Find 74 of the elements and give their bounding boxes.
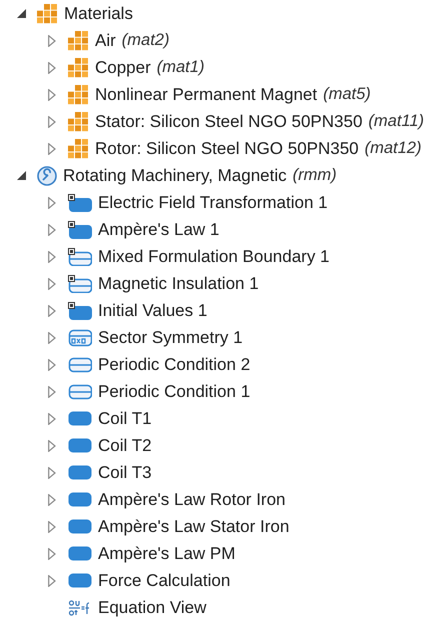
domain-icon <box>68 465 92 480</box>
tree-item-label[interactable]: Initial Values 1 <box>98 300 208 320</box>
domain-icon <box>68 492 92 507</box>
tree-item-label[interactable]: Sector Symmetry 1 <box>98 328 243 348</box>
tree-item-label[interactable]: Rotor: Silicon Steel NGO 50PN350 <box>95 138 359 158</box>
tree-item-tag: (mat11) <box>368 112 424 131</box>
material-grid-icon <box>68 84 89 104</box>
tree-item-label[interactable]: Rotating Machinery, Magnetic <box>63 166 287 186</box>
tree-item-label[interactable]: Materials <box>64 4 133 24</box>
boundary-icon <box>68 356 92 372</box>
rotating-machinery-icon <box>37 166 57 186</box>
tree-item-label[interactable]: Equation View <box>98 598 206 618</box>
tree-item-label[interactable]: Air <box>95 30 116 50</box>
domain-default-icon <box>68 302 92 320</box>
domain-default-icon <box>68 194 92 212</box>
domain-icon <box>68 546 92 561</box>
expand-arrow-icon[interactable] <box>48 34 56 46</box>
expand-arrow-icon[interactable] <box>48 358 56 370</box>
tree-item-label[interactable]: Magnetic Insulation 1 <box>98 274 259 294</box>
expand-arrow-icon[interactable] <box>48 196 56 208</box>
domain-icon <box>68 573 92 588</box>
domain-icon <box>68 411 92 426</box>
boundary-icon <box>68 384 92 400</box>
collapse-arrow-icon[interactable] <box>16 9 26 18</box>
tree-item-label[interactable]: Stator: Silicon Steel NGO 50PN350 <box>95 112 362 132</box>
expand-arrow-icon[interactable] <box>48 278 56 290</box>
expand-arrow-icon[interactable] <box>48 116 56 128</box>
material-grid-icon <box>68 58 89 78</box>
expand-arrow-icon[interactable] <box>48 332 56 344</box>
tree-item-label[interactable]: Ampère's Law 1 <box>98 220 220 240</box>
expand-arrow-icon[interactable] <box>48 520 56 532</box>
tree-item-label[interactable]: Force Calculation <box>98 570 230 590</box>
expand-arrow-icon[interactable] <box>48 142 56 154</box>
boundary-default-icon <box>68 274 92 292</box>
material-grid-icon <box>37 4 58 24</box>
domain-icon <box>68 438 92 453</box>
tree-item-label[interactable]: Ampère's Law Stator Iron <box>98 516 290 536</box>
tree-item-label[interactable]: Nonlinear Permanent Magnet <box>95 84 318 104</box>
expand-arrow-icon[interactable] <box>48 224 56 236</box>
tree-item-tag: (mat1) <box>156 58 204 77</box>
collapse-arrow-icon[interactable] <box>16 171 26 180</box>
expand-arrow-icon[interactable] <box>48 88 56 100</box>
tree-item-tag: (mat5) <box>323 85 371 104</box>
material-grid-icon <box>68 112 89 132</box>
domain-default-icon <box>68 220 92 238</box>
expand-arrow-icon[interactable] <box>48 386 56 398</box>
sector-symmetry-icon <box>68 328 92 346</box>
tree-item-tag: (mat12) <box>364 139 422 158</box>
expand-arrow-icon[interactable] <box>48 494 56 506</box>
tree-item-label[interactable]: Periodic Condition 1 <box>98 382 250 402</box>
expand-arrow-icon[interactable] <box>48 440 56 452</box>
expand-arrow-icon[interactable] <box>48 548 56 560</box>
expand-arrow-icon[interactable] <box>48 412 56 424</box>
tree-item-label[interactable]: Mixed Formulation Boundary 1 <box>98 246 330 266</box>
tree-item-label[interactable]: Coil T2 <box>98 436 152 456</box>
tree-item-tag: (rmm) <box>292 166 337 185</box>
tree-item-label[interactable]: Coil T3 <box>98 462 152 482</box>
expand-arrow-icon[interactable] <box>48 304 56 316</box>
expand-arrow-icon[interactable] <box>48 62 56 74</box>
tree-item-label[interactable]: Periodic Condition 2 <box>98 354 250 374</box>
expand-arrow-icon[interactable] <box>48 574 56 586</box>
tree-item-label[interactable]: Electric Field Transformation 1 <box>98 192 328 212</box>
expand-arrow-icon[interactable] <box>48 250 56 262</box>
domain-icon <box>68 519 92 534</box>
tree-item-label[interactable]: Ampère's Law Rotor Iron <box>98 490 286 510</box>
expand-arrow-icon[interactable] <box>48 466 56 478</box>
equation-icon <box>68 598 92 616</box>
tree-item-label[interactable]: Ampère's Law PM <box>98 544 236 564</box>
material-grid-icon <box>68 30 89 50</box>
tree-item-label[interactable]: Coil T1 <box>98 408 152 428</box>
boundary-default-icon <box>68 248 92 266</box>
material-grid-icon <box>68 138 89 158</box>
tree-item-tag: (mat2) <box>122 31 170 50</box>
tree-item-label[interactable]: Copper <box>95 58 151 78</box>
